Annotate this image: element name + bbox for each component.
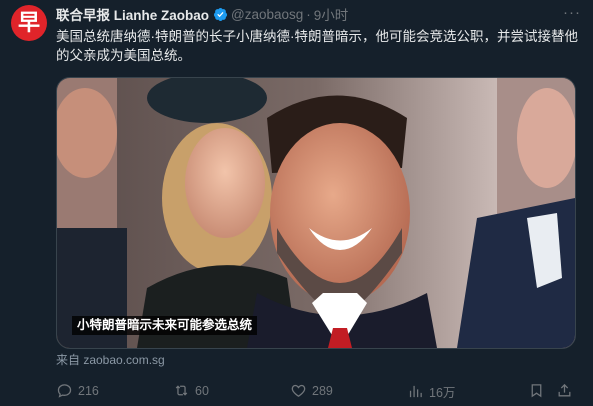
reply-icon [57, 384, 72, 398]
tweet-header: 联合早报 Lianhe Zaobao @zaobaosg · 9小时 [56, 4, 349, 24]
share-icon [558, 383, 571, 397]
like-count: 289 [312, 383, 333, 398]
tweet-media[interactable] [56, 77, 576, 349]
more-icon[interactable]: ··· [563, 4, 581, 21]
author-display-name[interactable]: 联合早报 Lianhe Zaobao [56, 4, 209, 24]
views-count: 16万 [429, 386, 456, 400]
header-separator: · [306, 6, 311, 22]
link-source[interactable]: 来自 zaobao.com.sg [56, 351, 165, 368]
tweet-card[interactable]: 早 联合早报 Lianhe Zaobao @zaobaosg · 9小时 ···… [0, 0, 593, 406]
media-photo [57, 78, 575, 348]
action-bar: 216 60 289 16万 [56, 382, 574, 400]
like-button[interactable]: 289 [290, 382, 333, 399]
retweet-count: 60 [195, 383, 209, 398]
bookmark-icon [531, 384, 542, 398]
tweet-text: 美国总统唐纳德·特朗普的长子小唐纳德·特朗普暗示，他可能会竞选公职，并尝试接替他… [56, 29, 578, 63]
media-caption: 小特朗普暗示未来可能参选总统 [72, 316, 258, 335]
share-button[interactable] [556, 382, 578, 399]
views-icon [409, 385, 422, 398]
verified-badge-icon [213, 7, 228, 21]
retweet-icon [175, 385, 188, 396]
heart-icon [291, 384, 306, 397]
avatar-logo-glyph: 早 [17, 10, 40, 35]
bookmark-button[interactable] [528, 382, 550, 399]
views-button[interactable]: 16万 [407, 382, 455, 401]
avatar[interactable]: 早 [11, 5, 47, 41]
reply-button[interactable]: 216 [56, 382, 99, 399]
retweet-button[interactable]: 60 [173, 382, 209, 399]
tweet-timestamp[interactable]: 9小时 [314, 4, 349, 24]
author-handle[interactable]: @zaobaosg [231, 7, 303, 22]
reply-count: 216 [78, 383, 99, 398]
